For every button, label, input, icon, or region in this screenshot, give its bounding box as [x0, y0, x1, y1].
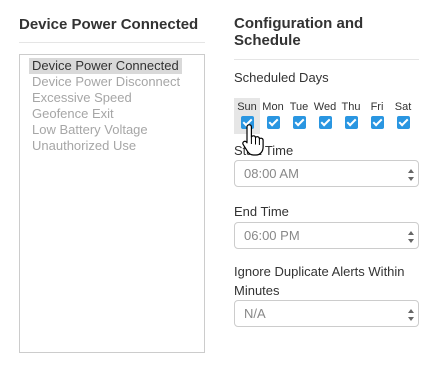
- configuration-title: Configuration and Schedule: [234, 15, 364, 49]
- day-sat[interactable]: Sat: [390, 98, 416, 134]
- start-time-select[interactable]: 08:00 AM: [234, 160, 419, 187]
- day-thu-label: Thu: [341, 101, 361, 113]
- alert-option-low-battery-voltage[interactable]: Low Battery Voltage: [29, 122, 151, 138]
- end-time-value: 06:00 PM: [244, 228, 300, 243]
- alert-configuration-page: Device Power Connected Device Power Conn…: [0, 0, 438, 374]
- day-mon-label: Mon: [262, 101, 284, 113]
- day-sun-label: Sun: [237, 101, 257, 113]
- day-fri-label: Fri: [370, 101, 384, 113]
- ignore-duplicates-value: N/A: [244, 306, 266, 321]
- select-arrows-icon: [408, 309, 414, 321]
- left-divider: [19, 42, 205, 43]
- day-thu-checkbox[interactable]: [344, 116, 358, 129]
- day-wed-label: Wed: [313, 101, 337, 113]
- alert-option-device-power-disconnect[interactable]: Device Power Disconnect: [29, 74, 183, 90]
- scheduled-days-label: Scheduled Days: [234, 70, 329, 85]
- start-time-value: 08:00 AM: [244, 166, 299, 181]
- alert-option-geofence-exit[interactable]: Geofence Exit: [29, 106, 117, 122]
- ignore-duplicates-label: Ignore Duplicate Alerts Within Minutes: [234, 264, 405, 298]
- select-arrows-icon: [408, 169, 414, 181]
- day-tue[interactable]: Tue: [286, 98, 312, 134]
- end-time-label: End Time: [234, 204, 289, 219]
- hand-pointer-icon: [242, 124, 264, 156]
- alert-option-unauthorized-use[interactable]: Unauthorized Use: [29, 138, 139, 154]
- select-arrows-icon: [408, 231, 414, 243]
- ignore-duplicates-select[interactable]: N/A: [234, 300, 419, 327]
- right-divider: [234, 59, 419, 60]
- end-time-select[interactable]: 06:00 PM: [234, 222, 419, 249]
- day-thu[interactable]: Thu: [338, 98, 364, 134]
- alert-option-device-power-connected[interactable]: Device Power Connected: [29, 58, 182, 74]
- day-fri[interactable]: Fri: [364, 98, 390, 134]
- day-wed-checkbox[interactable]: [318, 116, 332, 129]
- day-fri-checkbox[interactable]: [370, 116, 384, 129]
- day-tue-checkbox[interactable]: [292, 116, 306, 129]
- day-sat-label: Sat: [394, 101, 412, 113]
- alert-option-excessive-speed[interactable]: Excessive Speed: [29, 90, 135, 106]
- alert-type-title: Device Power Connected: [19, 16, 199, 33]
- alert-type-listbox[interactable]: Device Power Connected Device Power Disc…: [19, 54, 205, 353]
- day-sat-checkbox[interactable]: [396, 116, 410, 129]
- day-wed[interactable]: Wed: [312, 98, 338, 134]
- day-tue-label: Tue: [289, 101, 309, 113]
